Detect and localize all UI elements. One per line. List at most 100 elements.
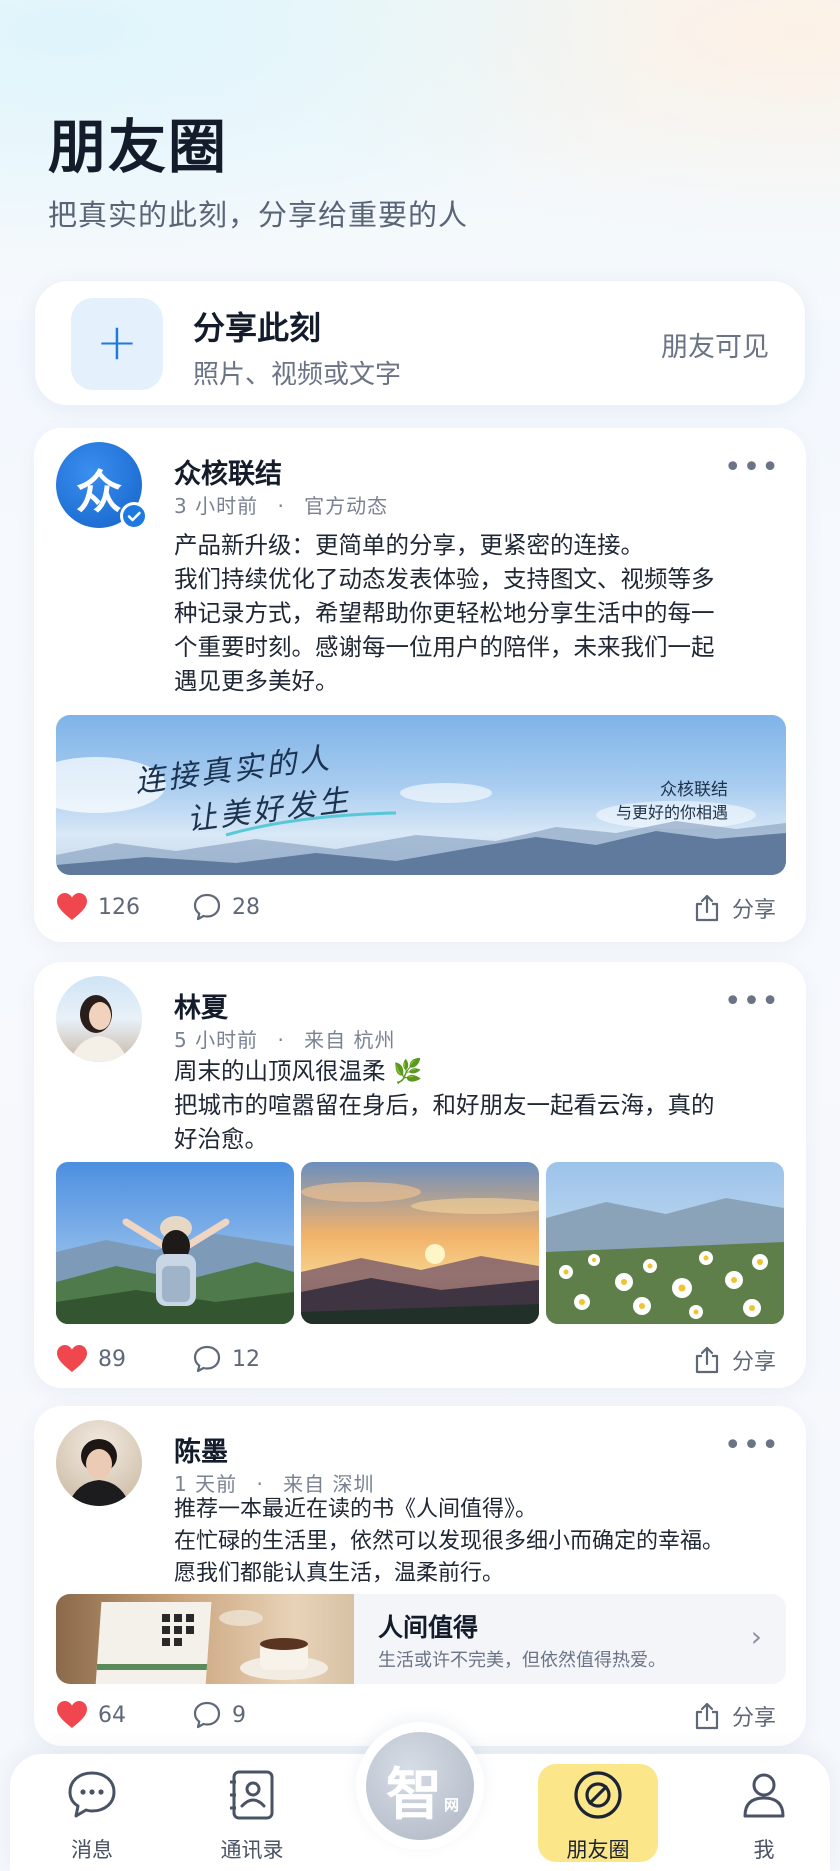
chat-bubble-icon	[68, 1771, 116, 1818]
post-time: 5 小时前	[174, 1028, 259, 1052]
comment-count: 9	[232, 1702, 246, 1728]
visibility-selector[interactable]: 朋友可见	[661, 325, 769, 364]
meta-separator: ·	[256, 1472, 264, 1496]
composer-title: 分享此刻	[193, 309, 322, 347]
post-photo[interactable]	[56, 1162, 294, 1324]
like-count: 126	[98, 894, 140, 920]
post-actions: 89 12 分享	[56, 1344, 784, 1384]
avatar-photo-graphic	[68, 1439, 130, 1506]
post-actions: 126 28 分享	[56, 892, 784, 932]
share-button[interactable]: 分享	[692, 1700, 776, 1732]
post-text-line: 周末的山顶风很温柔 🌿	[174, 1057, 423, 1085]
post-text: 推荐一本最近在读的书《人间值得》。 在忙碌的生活里，依然可以发现很多细小而确定的…	[174, 1494, 784, 1590]
chevron-right-icon: ›	[750, 1620, 762, 1653]
post-card: 众 众核联结 3 小时前 · 官方动态 ••• 产品新升级：更简单的分享，更紧密…	[34, 428, 806, 942]
like-button[interactable]: 126	[56, 892, 140, 922]
aperture-icon	[574, 1771, 622, 1819]
post-photo[interactable]	[546, 1162, 784, 1324]
more-options-icon[interactable]: •••	[724, 984, 780, 1019]
post-text-line: 我们持续优化了动态发表体验，支持图文、视频等多	[174, 565, 715, 593]
post-text-line: 遇见更多美好。	[174, 667, 339, 695]
heart-icon	[57, 893, 87, 920]
meta-separator: ·	[277, 1028, 285, 1052]
share-label: 分享	[731, 1706, 776, 1731]
avatar[interactable]	[56, 976, 142, 1062]
composer-subtitle: 照片、视频或文字	[193, 360, 402, 390]
post-text-line: 在忙碌的生活里，依然可以发现很多细小而确定的幸福。	[174, 1529, 725, 1554]
author-name[interactable]: 林夏	[174, 986, 228, 1025]
share-icon	[695, 894, 719, 922]
verified-badge-icon	[120, 502, 148, 530]
post-text: 周末的山顶风很温柔 🌿 把城市的喧嚣留在身后，和好朋友一起看云海，真的 好治愈。	[174, 1054, 774, 1156]
meta-separator: ·	[277, 494, 285, 518]
share-label: 分享	[731, 1350, 776, 1375]
share-icon	[695, 1702, 719, 1730]
post-meta: 1 天前 · 来自 深圳	[174, 1468, 375, 1497]
tab-label: 我	[753, 1838, 775, 1862]
post-text-line: 愿我们都能认真生活，温柔前行。	[174, 1561, 505, 1586]
share-icon	[695, 1346, 719, 1374]
like-button[interactable]: 64	[56, 1700, 126, 1730]
post-card: 陈墨 1 天前 · 来自 深圳 ••• 推荐一本最近在读的书《人间值得》。 在忙…	[34, 1406, 806, 1746]
heart-icon	[57, 1701, 87, 1728]
daisy-flowers-photo	[546, 1162, 784, 1324]
tab-moments[interactable]: 朋友圈	[528, 1754, 668, 1871]
post-text-line: 把城市的喧嚣留在身后，和好朋友一起看云海，真的	[174, 1091, 715, 1119]
banner-brand: 众核联结	[660, 780, 728, 800]
post-text-line: 种记录方式，希望帮助你更轻松地分享生活中的每一	[174, 599, 715, 627]
page-title: 朋友圈	[48, 113, 229, 181]
more-options-icon[interactable]: •••	[724, 1428, 780, 1463]
post-photo[interactable]	[301, 1162, 539, 1324]
post-meta: 5 小时前 · 来自 杭州	[174, 1024, 396, 1053]
add-icon[interactable]: +	[71, 298, 163, 390]
author-name[interactable]: 陈墨	[174, 1430, 228, 1469]
book-and-coffee-graphic	[95, 1602, 328, 1684]
book-recommendation-link[interactable]: 人间值得 生活或许不完美，但依然值得热爱。 ›	[56, 1594, 786, 1684]
like-count: 64	[98, 1702, 126, 1728]
like-count: 89	[98, 1346, 126, 1372]
author-name[interactable]: 众核联结	[174, 452, 282, 491]
center-logo-button[interactable]: 智 网	[356, 1722, 484, 1850]
comment-count: 28	[232, 894, 260, 920]
comment-count: 12	[232, 1346, 260, 1372]
post-source: 来自 深圳	[283, 1472, 375, 1496]
tab-messages[interactable]: 消息	[22, 1754, 162, 1871]
more-options-icon[interactable]: •••	[724, 450, 780, 485]
post-time: 1 天前	[174, 1472, 238, 1496]
share-button[interactable]: 分享	[692, 892, 776, 924]
post-banner-image[interactable]: 连接真实的人 让美好发生 众核联结 与更好的你相遇	[56, 715, 786, 875]
heart-icon	[57, 1345, 87, 1372]
comment-button[interactable]: 28	[192, 892, 260, 922]
logo-subtext: 网	[444, 1796, 460, 1814]
tab-contacts[interactable]: 通讯录	[182, 1754, 322, 1871]
share-moment-composer[interactable]: + 分享此刻 照片、视频或文字 朋友可见	[34, 280, 806, 406]
avatar[interactable]	[56, 1420, 142, 1506]
tab-label: 通讯录	[220, 1838, 284, 1862]
comment-button[interactable]: 12	[192, 1344, 260, 1374]
post-time: 3 小时前	[174, 494, 259, 518]
page-subtitle: 把真实的此刻，分享给重要的人	[48, 198, 469, 232]
person-icon	[743, 1773, 785, 1818]
logo-badge: 智 网	[366, 1732, 474, 1840]
contacts-book-icon	[230, 1770, 274, 1820]
post-text-line: 好治愈。	[174, 1125, 268, 1153]
post-text-line: 个重要时刻。感谢每一位用户的陪伴，未来我们一起	[174, 633, 715, 661]
comment-icon	[193, 1701, 221, 1729]
share-label: 分享	[731, 898, 776, 923]
post-text-line: 推荐一本最近在读的书《人间值得》。	[174, 1497, 538, 1522]
tab-me[interactable]: 我	[694, 1754, 834, 1871]
post-source: 来自 杭州	[304, 1028, 396, 1052]
post-card: 林夏 5 小时前 · 来自 杭州 ••• 周末的山顶风很温柔 🌿 把城市的喧嚣留…	[34, 962, 806, 1388]
avatar-photo-graphic	[70, 995, 128, 1062]
tab-label: 消息	[71, 1838, 113, 1862]
tab-label: 朋友圈	[566, 1838, 630, 1862]
share-button[interactable]: 分享	[692, 1344, 776, 1376]
book-cover-image	[56, 1594, 354, 1684]
mountain-hiker-photo	[56, 1162, 294, 1324]
like-button[interactable]: 89	[56, 1344, 126, 1374]
logo-text: 智	[386, 1763, 442, 1828]
sunset-photo	[301, 1162, 539, 1324]
post-text-line: 产品新升级：更简单的分享，更紧密的连接。	[174, 531, 644, 559]
comment-button[interactable]: 9	[192, 1700, 246, 1730]
comment-icon	[193, 1345, 221, 1373]
